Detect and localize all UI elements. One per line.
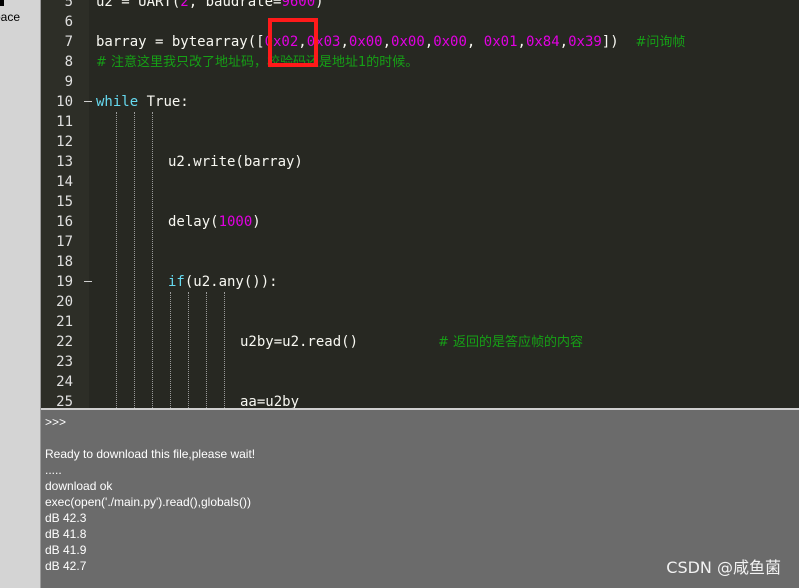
watermark: CSDN @咸鱼菌 bbox=[666, 558, 781, 577]
sidebar-label: pace bbox=[0, 10, 21, 24]
line-number: 24 bbox=[56, 374, 73, 390]
line-number: 5 bbox=[64, 0, 73, 10]
line-number: 6 bbox=[64, 14, 73, 30]
line-number: 20 bbox=[56, 294, 73, 310]
console-line: >>> bbox=[45, 415, 67, 429]
annotation-highlight-box bbox=[268, 18, 318, 67]
code-line-22-comment: # 返回的是答应帧的内容 bbox=[438, 335, 584, 350]
line-number: 22 bbox=[56, 334, 73, 350]
indent-guide bbox=[188, 292, 189, 408]
code-line-22: u2by=u2.read() bbox=[240, 334, 359, 350]
line-number: 23 bbox=[56, 354, 73, 370]
line-number: 11 bbox=[56, 114, 73, 130]
line-number: 16 bbox=[56, 214, 73, 230]
code-line-10: while True: bbox=[96, 94, 189, 110]
console-line: dB 41.8 bbox=[45, 527, 87, 541]
line-number: 13 bbox=[56, 154, 73, 170]
indent-guide bbox=[116, 112, 117, 408]
comment: #问询帧 bbox=[635, 35, 686, 50]
line-number: 8 bbox=[64, 54, 73, 70]
code-line-8: # 注意这里我只改了地址码，校验码还是地址1的时候。 bbox=[96, 52, 418, 73]
code-line-5: u2 = UART(2, baudrate=9600) bbox=[96, 0, 324, 10]
code-line-16: delay(1000) bbox=[168, 214, 261, 230]
line-number-gutter: 5 6 7 8 9 10 11 12 13 14 15 16 17 18 19 20 21 22 23 24 25 bbox=[41, 0, 89, 408]
code-editor[interactable]: 5 6 7 8 9 10 11 12 13 14 15 16 17 18 19 20 21 22 23 24 25 u2… bbox=[41, 0, 799, 408]
fold-marker-while[interactable] bbox=[84, 101, 92, 102]
console-line: ..... bbox=[45, 463, 62, 477]
file-sidebar: pace bbox=[0, 0, 41, 588]
line-number: 9 bbox=[64, 74, 73, 90]
comment: # 注意这里我只改了地址码，校验码还是地址1的时候。 bbox=[96, 55, 419, 70]
indent-guide bbox=[170, 292, 171, 408]
console-line: dB 42.7 bbox=[45, 559, 87, 573]
console-line: dB 42.3 bbox=[45, 511, 87, 525]
indent-guide bbox=[152, 112, 153, 408]
line-number: 18 bbox=[56, 254, 73, 270]
console-line: download ok bbox=[45, 479, 113, 493]
console-line: exec(open('./main.py').read(),globals()) bbox=[45, 495, 251, 509]
code-line-25: aa=u2by bbox=[240, 394, 300, 408]
indent-guide bbox=[224, 292, 225, 408]
line-number: 15 bbox=[56, 194, 73, 210]
line-number: 19 bbox=[56, 274, 73, 290]
indent-guide bbox=[206, 292, 207, 408]
line-number: 14 bbox=[56, 174, 73, 190]
line-number: 17 bbox=[56, 234, 73, 250]
console-line: dB 41.9 bbox=[45, 543, 87, 557]
sidebar-marker bbox=[0, 0, 4, 6]
line-number: 7 bbox=[64, 34, 73, 50]
console-line: Ready to download this file,please wait! bbox=[45, 447, 256, 461]
indent-guide bbox=[134, 112, 135, 408]
fold-marker-if[interactable] bbox=[84, 281, 92, 282]
line-number: 12 bbox=[56, 134, 73, 150]
code-line-7: barray = bytearray([0x02,0x03,0x00,0x00,… bbox=[96, 34, 686, 50]
code-line-13: u2.write(barray) bbox=[168, 154, 303, 170]
code-line-19: if(u2.any()): bbox=[168, 274, 278, 290]
line-number: 25 bbox=[56, 394, 73, 408]
line-number: 10 bbox=[56, 94, 73, 110]
line-number: 21 bbox=[56, 314, 73, 330]
